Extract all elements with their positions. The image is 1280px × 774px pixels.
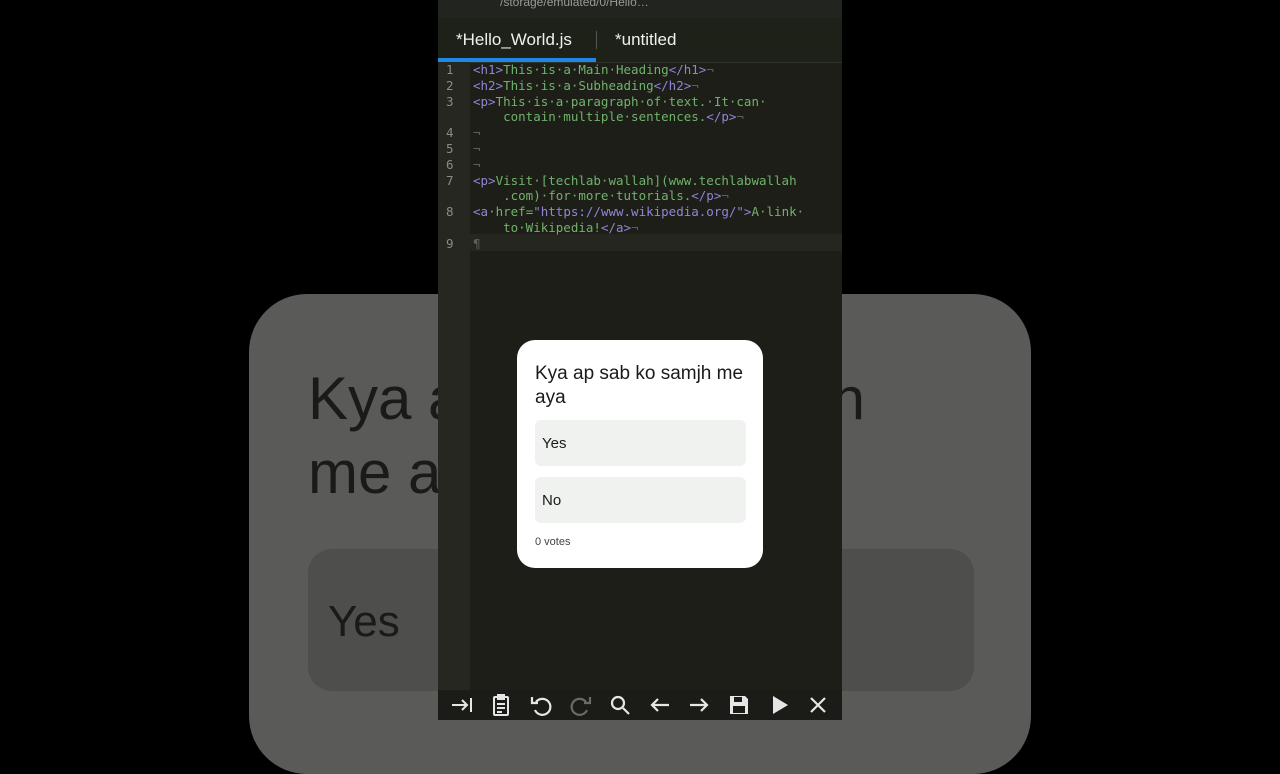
code-line: <h2>This·is·a·Subheading</h2>¬ bbox=[473, 78, 699, 93]
tab-separator bbox=[596, 31, 597, 49]
code-line: .com)·for·more·tutorials.</p>¬ bbox=[473, 188, 729, 203]
code-line: <p>Visit·[techlab·wallah](www.techlabwal… bbox=[473, 173, 797, 188]
close-icon[interactable] bbox=[804, 691, 832, 719]
poll-option-yes[interactable]: Yes bbox=[535, 420, 746, 466]
editor-toolbar bbox=[438, 690, 842, 720]
line-number: 7 bbox=[446, 173, 454, 188]
save-icon[interactable] bbox=[725, 691, 753, 719]
tab-hello-world[interactable]: *Hello_World.js bbox=[456, 30, 572, 50]
play-icon[interactable] bbox=[765, 691, 793, 719]
current-line-highlight bbox=[470, 234, 842, 251]
editor-tabs: *Hello_World.js *untitled bbox=[438, 18, 842, 63]
search-icon[interactable] bbox=[606, 691, 634, 719]
poll-card: Kya ap sab ko samjh me aya Yes No 0 vote… bbox=[517, 340, 763, 568]
undo-icon[interactable] bbox=[527, 691, 555, 719]
file-path-bar: /storage/emulated/0/Hello… bbox=[438, 0, 842, 18]
line-number: 1 bbox=[446, 62, 454, 77]
poll-question: Kya ap sab ko samjh me aya bbox=[535, 363, 744, 408]
code-line: <a·href="https://www.wikipedia.org/">A·l… bbox=[473, 204, 805, 219]
arrow-right-icon[interactable] bbox=[685, 691, 713, 719]
background-poll-option-label: Yes bbox=[328, 597, 400, 646]
code-line: ¬ bbox=[473, 141, 481, 156]
code-line: ¶ bbox=[473, 236, 481, 251]
code-line: <p>This·is·a·paragraph·of·text.·It·can· bbox=[473, 94, 767, 109]
line-number: 3 bbox=[446, 94, 454, 109]
clipboard-icon[interactable] bbox=[487, 691, 515, 719]
tab-untitled[interactable]: *untitled bbox=[615, 30, 676, 50]
line-number: 9 bbox=[446, 236, 454, 251]
code-line: ¬ bbox=[473, 157, 481, 172]
file-path: /storage/emulated/0/Hello… bbox=[500, 0, 649, 9]
poll-option-label: No bbox=[542, 492, 562, 509]
arrow-left-icon[interactable] bbox=[646, 691, 674, 719]
line-number: 4 bbox=[446, 125, 454, 140]
tab-indent-icon[interactable] bbox=[448, 691, 476, 719]
line-number: 8 bbox=[446, 204, 454, 219]
poll-vote-count: 0 votes bbox=[535, 536, 571, 548]
line-number: 6 bbox=[446, 157, 454, 172]
poll-option-no[interactable]: No bbox=[535, 477, 746, 523]
code-line: ¬ bbox=[473, 125, 481, 140]
poll-option-label: Yes bbox=[542, 435, 567, 452]
redo-icon[interactable] bbox=[567, 691, 595, 719]
code-line: <h1>This·is·a·Main·Heading</h1>¬ bbox=[473, 62, 714, 77]
code-line: contain·multiple·sentences.</p>¬ bbox=[473, 109, 744, 124]
code-line: to·Wikipedia!</a>¬ bbox=[473, 220, 639, 235]
line-number: 2 bbox=[446, 78, 454, 93]
line-number: 5 bbox=[446, 141, 454, 156]
